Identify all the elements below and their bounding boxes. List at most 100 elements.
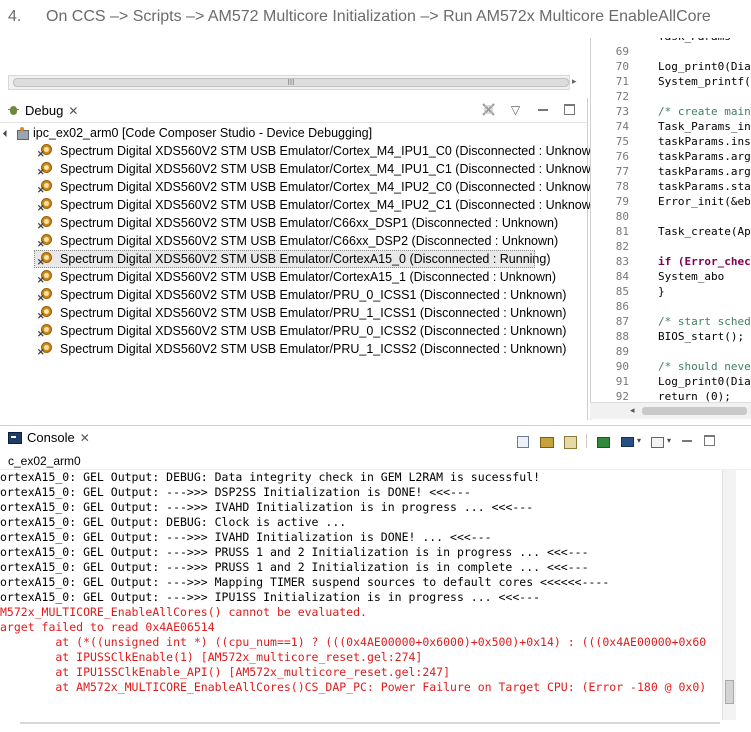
line-number: 73 [615,105,629,118]
console-error-line: at IPUSSClkEnable(1) [AM572x_multicore_r… [0,650,423,664]
console-toolbar: ▾ ▾ [514,433,717,449]
line-number: 86 [615,300,629,313]
tree-item-emulator[interactable]: Spectrum Digital XDS560V2 STM USB Emulat… [0,232,587,250]
clear-console-icon[interactable] [514,434,530,448]
console-horizontal-scrollbar[interactable] [20,722,720,724]
line-number: 71 [615,75,629,88]
tree-item-emulator[interactable]: Spectrum Digital XDS560V2 STM USB Emulat… [0,268,587,286]
tree-root-label: ipc_ex02_arm0 [Code Composer Studio - De… [33,126,373,140]
step-text: On CCS –> Scripts –> AM572 Multicore Ini… [46,8,711,25]
step-number: 4. [8,8,22,25]
tree-item-emulator[interactable]: Spectrum Digital XDS560V2 STM USB Emulat… [0,160,602,178]
maximize-icon[interactable] [702,433,717,448]
editor-scrollbar-thumb[interactable] [642,407,747,415]
code-text: /* create main [658,105,751,118]
disconnected-target-icon [37,269,54,286]
minimize-icon[interactable] [679,433,694,448]
console-tabbar: Console ✕ ▾ ▾ [0,428,751,452]
console-process-label: c_ex02_arm0 [0,453,751,470]
tree-item-label: Spectrum Digital XDS560V2 STM USB Emulat… [60,342,567,356]
code-text: Task_create(Ap [658,225,751,238]
line-number: 75 [615,135,629,148]
tree-item-emulator[interactable]: Spectrum Digital XDS560V2 STM USB Emulat… [0,214,587,232]
tree-item-emulator[interactable]: Spectrum Digital XDS560V2 STM USB Emulat… [0,142,602,160]
code-text: taskParams.sta [658,180,751,193]
tree-item-emulator[interactable]: Spectrum Digital XDS560V2 STM USB Emulat… [0,178,602,196]
code-text: if (Error_chec [658,255,751,268]
code-text: System_abo [658,270,725,283]
line-number: 85 [615,285,629,298]
display-console-icon[interactable] [619,434,635,448]
scroll-left-arrow-icon[interactable]: ◂ [630,405,635,416]
minimize-icon[interactable] [535,102,550,117]
debug-tree: ipc_ex02_arm0 [Code Composer Studio - De… [0,124,602,358]
tree-item-emulator[interactable]: Spectrum Digital XDS560V2 STM USB Emulat… [0,340,587,358]
tree-item-emulator[interactable]: Spectrum Digital XDS560V2 STM USB Emulat… [34,250,551,268]
console-scrollbar-thumb[interactable] [725,680,734,704]
code-text: BIOS_start(); [658,330,745,343]
console-output-line: ortexA15_0: GEL Output: --->>> IVAHD Ini… [0,500,534,514]
tree-item-emulator[interactable]: Spectrum Digital XDS560V2 STM USB Emulat… [0,196,602,214]
tree-item-label: Spectrum Digital XDS560V2 STM USB Emulat… [60,270,557,284]
line-number: 70 [615,60,629,73]
close-icon[interactable]: ✕ [80,431,90,445]
scroll-right-arrow-icon[interactable]: ▸ [572,76,577,87]
disconnected-target-icon [37,305,54,322]
line-number: 69 [615,45,629,58]
horizontal-scrollbar[interactable]: III [8,75,570,90]
line-number: 82 [615,240,629,253]
code-text: Task_Params [658,38,731,43]
line-number: 78 [615,180,629,193]
tree-item-emulator[interactable]: Spectrum Digital XDS560V2 STM USB Emulat… [0,322,587,340]
line-number: 77 [615,165,629,178]
code-text: Log_print0(Dia [658,60,751,73]
word-wrap-icon[interactable] [562,434,578,449]
editor-horizontal-scrollbar[interactable]: ◂ [590,402,751,419]
code-text: /* start sched [658,315,751,328]
tree-items: Spectrum Digital XDS560V2 STM USB Emulat… [0,142,602,358]
debug-session-icon [15,126,29,140]
chevron-down-icon[interactable]: ▾ [637,436,641,445]
disconnected-target-icon [37,233,54,250]
tree-item-label: Spectrum Digital XDS560V2 STM USB Emulat… [60,198,602,212]
expand-arrow-icon[interactable] [2,129,11,137]
line-number: 81 [615,225,629,238]
tab-console-label: Console [27,430,75,445]
tree-item-label: Spectrum Digital XDS560V2 STM USB Emulat… [60,324,567,338]
code-text: taskParams.arg [658,150,751,163]
scrollbar-thumb[interactable]: III [13,78,569,87]
tree-item-emulator[interactable]: Spectrum Digital XDS560V2 STM USB Emulat… [0,304,587,322]
console-output-line: ortexA15_0: GEL Output: --->>> DSP2SS In… [0,485,471,499]
tree-item-label: Spectrum Digital XDS560V2 STM USB Emulat… [60,288,567,302]
console-error-line: M572x_MULTICORE_EnableAllCores() cannot … [0,605,367,619]
console-output-line: ortexA15_0: GEL Output: DEBUG: Data inte… [0,470,541,484]
disconnected-target-icon [37,143,54,160]
open-console-icon[interactable] [649,434,665,448]
tree-item-emulator[interactable]: Spectrum Digital XDS560V2 STM USB Emulat… [0,286,587,304]
scroll-lock-icon[interactable] [538,434,554,448]
close-icon[interactable]: ✕ [68,100,78,122]
line-number: 91 [615,375,629,388]
tree-item-label: Spectrum Digital XDS560V2 STM USB Emulat… [60,144,602,158]
tree-item-label: Spectrum Digital XDS560V2 STM USB Emulat… [60,252,551,266]
code-editor[interactable]: Task_Params 69 70 Log_print0(Dia 71 System_pr… [590,38,751,420]
disconnected-target-icon [37,251,54,268]
console-output-line: ortexA15_0: GEL Output: DEBUG: Clock is … [0,515,347,529]
console-output[interactable]: ortexA15_0: GEL Output: DEBUG: Data inte… [0,470,722,720]
console-output-line: ortexA15_0: GEL Output: --->>> PRUSS 1 a… [0,560,589,574]
line-number: 84 [615,270,629,283]
remove-terminated-icon[interactable] [481,102,496,117]
console-output-line: ortexA15_0: GEL Output: --->>> IVAHD Ini… [0,530,492,544]
tab-console[interactable]: Console ✕ [0,430,90,445]
line-number: 76 [615,150,629,163]
tree-root-session[interactable]: ipc_ex02_arm0 [Code Composer Studio - De… [0,124,587,142]
maximize-icon[interactable] [562,102,577,117]
view-menu-icon[interactable]: ▽ [508,102,523,117]
debug-bug-icon [8,105,20,117]
code-text: } [658,285,665,298]
chevron-down-icon[interactable]: ▾ [667,436,671,445]
pin-console-icon[interactable] [595,434,611,448]
console-vertical-scrollbar[interactable] [722,470,736,720]
tree-item-label: Spectrum Digital XDS560V2 STM USB Emulat… [60,216,559,230]
tab-debug[interactable]: Debug ✕ [0,100,84,122]
